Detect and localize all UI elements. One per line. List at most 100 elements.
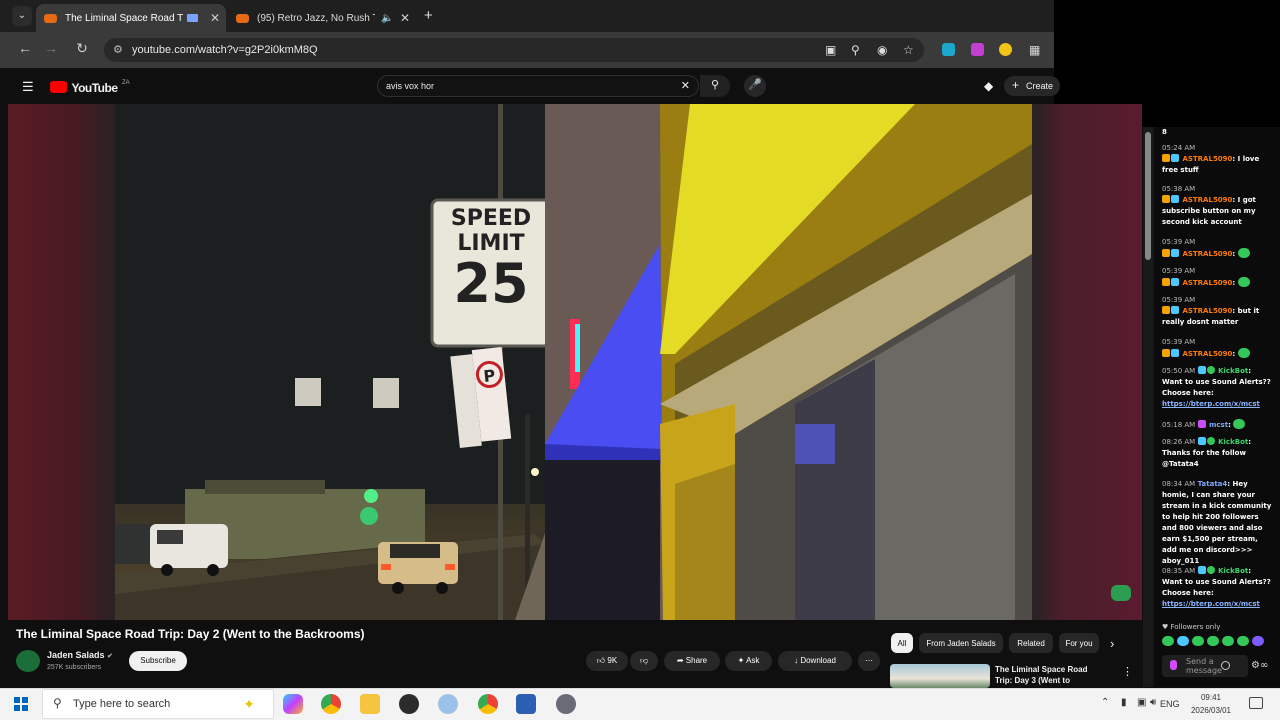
crown-badge-icon — [1162, 154, 1170, 162]
emote-bar[interactable] — [1162, 636, 1274, 650]
emote-icon[interactable] — [1222, 636, 1234, 646]
audio-playing-icon[interactable]: 🔈 — [381, 13, 393, 24]
chip-related[interactable]: Related — [1009, 633, 1053, 653]
chat-message: 05:39 AM ASTRAL5090: — [1162, 266, 1274, 289]
new-tab-button[interactable]: + — [424, 7, 433, 24]
download-button[interactable]: ↓ Download — [778, 651, 852, 671]
video-scene: P — [115, 104, 1032, 620]
sparkle-icon: ✦ — [737, 656, 745, 665]
word-icon[interactable] — [516, 694, 536, 714]
ask-button[interactable]: ✦ Ask — [725, 651, 772, 671]
emote-icon[interactable] — [1192, 636, 1204, 646]
more-horizontal-icon: ⋯ — [865, 656, 873, 665]
tab-liminal-space[interactable]: The Liminal Space Road Trip: Day 2 (Went… — [36, 4, 226, 32]
chip-for-you[interactable]: For you — [1059, 633, 1099, 653]
volume-icon[interactable]: 🔊︎ — [1150, 697, 1156, 708]
tab-search-button[interactable]: ⌄ — [12, 6, 32, 26]
forward-icon[interactable]: → — [41, 40, 61, 56]
youtube-favicon-icon — [236, 13, 249, 23]
crown-badge-icon — [1162, 195, 1170, 203]
chat-send-input[interactable]: Send a message — [1162, 655, 1248, 677]
extension-icon[interactable] — [971, 43, 984, 56]
recommended-title[interactable]: The Liminal Space Road Trip: Day 3 (Went… — [995, 664, 1107, 688]
tab-retro-jazz[interactable]: (95) Retro Jazz, No Rush To 🔈 ✕ — [228, 4, 416, 32]
youtube-logo[interactable]: YouTube ZA — [50, 79, 130, 97]
channel-avatar[interactable] — [16, 650, 40, 672]
emote-icon[interactable] — [1237, 636, 1249, 646]
extension-icon[interactable] — [942, 43, 955, 56]
emote-icon — [1233, 419, 1246, 429]
eye-off-icon[interactable]: ◉ — [877, 43, 887, 57]
tray-overflow-icon[interactable]: ⌃ — [1101, 697, 1109, 708]
close-tab-icon[interactable]: ✕ — [400, 11, 410, 25]
create-button[interactable]: + Create — [1004, 76, 1060, 96]
chevron-right-icon[interactable]: › — [1110, 636, 1114, 651]
plus-icon: + — [1012, 78, 1020, 92]
subscribe-button[interactable]: Subscribe — [129, 651, 187, 671]
emote-icon[interactable] — [1252, 636, 1264, 646]
emote-icon[interactable] — [1162, 636, 1174, 646]
dislike-button[interactable]: 👎︎ — [630, 651, 658, 671]
youtube-favicon-icon — [44, 13, 57, 23]
recommended-menu-icon[interactable]: ⋮ — [1122, 665, 1133, 678]
emote-icon[interactable] — [1177, 636, 1189, 646]
video-player[interactable]: P SPEED LIMIT 25 — [8, 104, 1142, 620]
chat-message: 08:35 AM KickBot: Want to use Sound Aler… — [1162, 566, 1271, 608]
zoom-icon[interactable]: ⚲ — [851, 43, 860, 57]
chrome-profile-icon[interactable] — [478, 694, 498, 714]
diamond-badge-icon — [1171, 306, 1179, 314]
copilot-icon[interactable] — [283, 694, 303, 714]
app-icon[interactable] — [556, 694, 576, 714]
emote-icon[interactable] — [1207, 636, 1219, 646]
share-button[interactable]: ➦ Share — [664, 651, 720, 671]
emote-icon — [1237, 277, 1250, 287]
notifications-icon[interactable]: ◆ — [984, 79, 993, 93]
chat-message: 08:26 AM KickBot: Thanks for the follow … — [1162, 437, 1252, 468]
extensions-puzzle-icon[interactable]: ▦ — [1029, 43, 1040, 57]
address-bar[interactable]: ⚙ youtube.com/watch?v=g2P2i0kmM8Q — [104, 38, 924, 62]
chip-all[interactable]: All — [891, 633, 913, 653]
extension-icon[interactable] — [999, 43, 1012, 56]
menu-icon[interactable]: ☰ — [22, 79, 34, 95]
windows-start-icon[interactable] — [14, 697, 28, 711]
emoji-icon[interactable] — [1221, 661, 1230, 670]
app-icon[interactable] — [438, 694, 458, 714]
verified-badge-icon — [1206, 366, 1215, 374]
search-highlight-icon: ✦ — [243, 696, 255, 712]
chat-settings-icon[interactable]: ⚙∞ — [1251, 660, 1268, 671]
more-actions-button[interactable]: ⋯ — [858, 651, 880, 671]
back-icon[interactable]: ← — [15, 40, 35, 56]
clock[interactable]: 09:41 2026/03/01 — [1187, 691, 1235, 717]
microphone-tray-icon[interactable]: ▮ — [1121, 697, 1127, 708]
subscriber-count: 257K subscribers — [47, 664, 102, 671]
crown-badge-icon — [1162, 349, 1170, 357]
chat-message: 05:50 AM KickBot: Want to use Sound Aler… — [1162, 366, 1271, 408]
clear-search-icon[interactable]: ✕ — [681, 79, 690, 92]
notification-center-icon[interactable] — [1249, 697, 1263, 709]
chrome-icon[interactable] — [321, 694, 341, 714]
language-indicator[interactable]: ENG — [1160, 699, 1180, 709]
obs-icon[interactable] — [399, 694, 419, 714]
bookmark-star-icon[interactable]: ☆ — [903, 43, 914, 57]
chat-scrollbar[interactable] — [1143, 127, 1153, 687]
reload-icon[interactable]: ↻ — [72, 40, 92, 57]
like-button[interactable]: 👍︎ 9K — [586, 651, 628, 671]
channel-watermark-icon — [1111, 585, 1131, 601]
file-explorer-icon[interactable] — [360, 694, 380, 714]
cast-icon[interactable]: ▣ — [825, 43, 836, 57]
site-info-icon[interactable]: ⚙ — [113, 43, 123, 56]
chip-from-channel[interactable]: From Jaden Salads — [919, 633, 1003, 653]
taskbar-search-input[interactable]: ⚲ Type here to search ✦ — [42, 689, 274, 719]
recommended-thumbnail[interactable] — [890, 664, 990, 688]
close-tab-icon[interactable]: ✕ — [210, 11, 220, 25]
download-icon: ↓ — [794, 656, 799, 665]
search-input[interactable]: avis vox hor ✕ — [377, 75, 699, 97]
microphone-icon[interactable]: 🎤 — [744, 75, 766, 97]
thumbs-down-icon: 👎︎ — [639, 656, 649, 665]
chat-message: 05:39 AM ASTRAL5090: — [1162, 337, 1274, 360]
scrollbar-thumb[interactable] — [1145, 132, 1151, 260]
network-icon[interactable]: ▣ — [1137, 697, 1146, 708]
chat-message: 08:34 AM Tatata4: Hey homie, I can share… — [1162, 480, 1272, 565]
search-icon[interactable]: ⚲ — [700, 75, 730, 97]
channel-name[interactable]: Jaden Salads ✔ — [47, 650, 113, 660]
